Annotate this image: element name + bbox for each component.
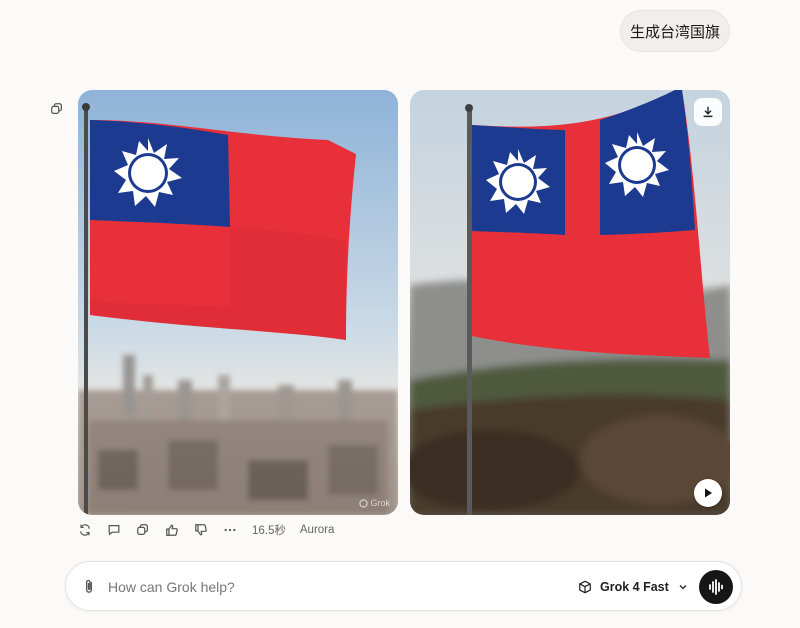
prompt-input[interactable] — [108, 576, 468, 598]
waveform-icon — [709, 579, 723, 595]
generated-image-2[interactable] — [410, 90, 730, 515]
like-button[interactable] — [165, 521, 194, 539]
response-duration: 16.5秒 — [252, 525, 286, 537]
copy-icon[interactable] — [50, 102, 66, 118]
thumbs-up-icon — [166, 524, 178, 536]
play-button[interactable] — [694, 479, 722, 507]
voice-mode-button[interactable] — [699, 570, 733, 604]
model-tag: Aurora — [299, 524, 335, 536]
copy-icon — [137, 524, 148, 535]
thumbs-down-icon — [195, 524, 207, 536]
regenerate-button[interactable] — [78, 521, 107, 539]
more-button[interactable] — [223, 521, 252, 539]
download-icon — [703, 106, 713, 118]
model-label: Grok 4 Fast — [600, 580, 669, 594]
watermark-text: Grok — [370, 498, 390, 508]
more-dots-icon — [224, 528, 236, 532]
flag-city-image — [78, 90, 398, 515]
chat-composer: Grok 4 Fast — [65, 561, 742, 611]
model-selector[interactable]: Grok 4 Fast — [578, 577, 689, 597]
comment-button[interactable] — [107, 521, 136, 539]
grok-watermark: Grok — [359, 498, 390, 508]
generated-image-1[interactable]: Grok — [78, 90, 398, 515]
chevron-down-icon — [679, 584, 687, 590]
dislike-button[interactable] — [194, 521, 223, 539]
refresh-icon — [80, 524, 90, 536]
response-actions: 16.5秒 Aurora — [78, 521, 334, 539]
copy-button[interactable] — [136, 521, 165, 539]
user-message-text: 生成台湾国旗 — [629, 22, 720, 41]
play-icon — [705, 488, 712, 498]
user-message-bubble: 生成台湾国旗 — [620, 10, 730, 52]
cube-icon — [579, 580, 591, 594]
chat-bubble-icon — [108, 525, 120, 536]
paperclip-icon — [85, 579, 93, 593]
attach-button[interactable] — [82, 578, 98, 596]
flag-hill-image — [410, 90, 730, 515]
download-button[interactable] — [694, 98, 722, 126]
